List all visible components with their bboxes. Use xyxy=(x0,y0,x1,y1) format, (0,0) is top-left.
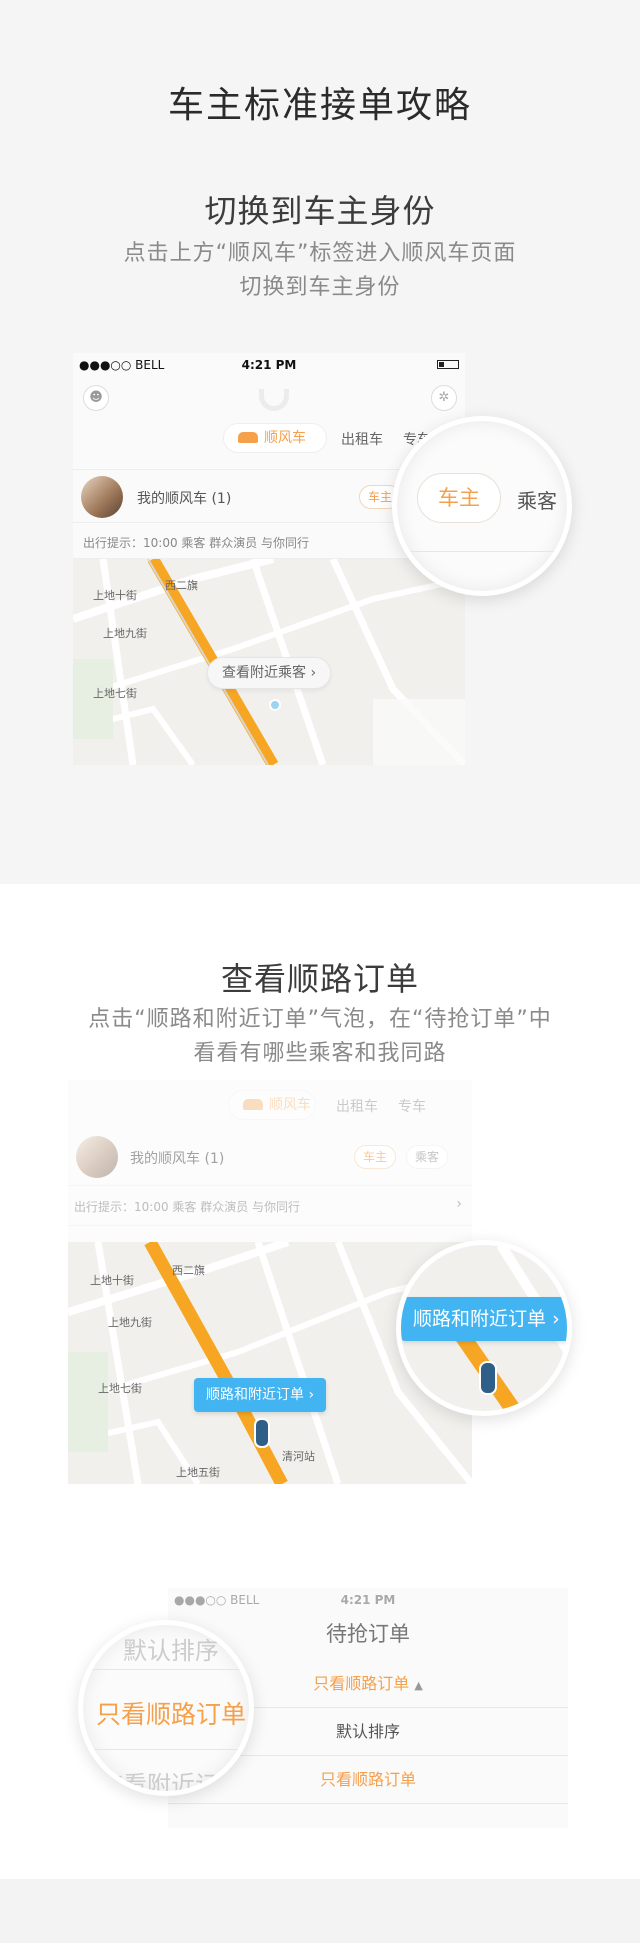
tab-taxi[interactable]: 出租车 xyxy=(341,429,383,449)
map-label-shangdishijie: 上地十街 xyxy=(90,1274,134,1287)
car-marker-icon xyxy=(254,1418,270,1448)
chevron-right-icon: › xyxy=(552,1308,560,1330)
phone-mock-home: ●●●○○ BELL 4:21 PM ☻ ✲ 顺风车 出租车 专车 我的顺风车 … xyxy=(73,353,465,765)
role-passenger-faded: 乘客 xyxy=(406,1145,449,1169)
role-passenger-zoomed: 乘客 xyxy=(517,489,557,513)
divider xyxy=(397,551,567,552)
step1-desc-line1: 点击上方“顺风车”标签进入顺风车页面 xyxy=(123,241,517,266)
zoomed-route-only: 只看顺路订单 xyxy=(95,1700,246,1729)
chevron-right-icon: › xyxy=(310,665,317,681)
nearby-passengers-label: 查看附近乘客 xyxy=(222,665,306,681)
role-driver-faded: 车主 xyxy=(354,1145,397,1169)
step2-title: 查看顺路订单 xyxy=(220,960,419,998)
filter-selected-label: 只看顺路订单 xyxy=(313,1674,410,1693)
map-label-xierqi: 西二旗 xyxy=(165,579,198,592)
section-next xyxy=(0,1879,640,1943)
car-icon xyxy=(238,432,258,443)
didi-logo xyxy=(259,389,289,411)
map-view[interactable]: 西二旗 上地十街 上地九街 上地七街 查看附近乘客 › xyxy=(73,559,465,765)
step1-title: 切换到车主身份 xyxy=(204,192,436,230)
avatar xyxy=(76,1136,118,1178)
divider xyxy=(83,1749,249,1750)
map-label-shangdijiujie: 上地九街 xyxy=(108,1316,152,1329)
tab-shunfengche[interactable]: 顺风车 xyxy=(223,423,327,453)
zoomed-default-sort: 默认排序 xyxy=(123,1637,219,1665)
map-label-shangdiwujie: 上地五街 xyxy=(176,1466,220,1479)
tab-shunfengche-label: 顺风车 xyxy=(269,1097,311,1113)
divider xyxy=(83,1669,249,1670)
profile-icon[interactable]: ☻ xyxy=(83,385,109,411)
page-title: 车主标准接单攻略 xyxy=(167,85,472,126)
settings-icon[interactable]: ✲ xyxy=(431,385,457,411)
avatar xyxy=(81,476,123,518)
route-orders-label: 顺路和附近订单 xyxy=(206,1387,304,1403)
route-orders-bubble[interactable]: 顺路和附近订单 › xyxy=(194,1378,327,1412)
map-label-shangdijiujie: 上地九街 xyxy=(103,627,147,640)
map-label-shangdishijie: 上地十街 xyxy=(93,589,137,602)
route-orders-bubble-zoomed: 顺路和附近订单 › xyxy=(401,1297,567,1341)
my-shunfengche-row-faded: 我的顺风车 (1) 车主 乘客 xyxy=(68,1128,472,1186)
chevron-right-icon: › xyxy=(456,1196,462,1212)
trip-hint-row-faded: 出行提示：10:00 乘客 群众演员 与你同行 › xyxy=(68,1186,472,1226)
chevron-right-icon: › xyxy=(308,1387,315,1403)
tab-taxi-faded: 出租车 xyxy=(336,1099,378,1115)
battery-icon xyxy=(437,360,459,369)
magnifier-route-filter: 默认排序 只看顺路订单 查看附近订单 xyxy=(78,1620,254,1796)
my-shunfengche-label: 我的顺风车 (1) xyxy=(130,1151,225,1167)
map-label-shangdiqijie: 上地七街 xyxy=(98,1382,142,1395)
tab-zhuanche-faded: 专车 xyxy=(398,1099,426,1115)
magnifier-route-bubble: 顺路和附近订单 › xyxy=(396,1240,572,1416)
magnifier-role-switch: 车主 乘客 xyxy=(392,416,572,596)
status-bar: ●●●○○ BELL 4:21 PM xyxy=(73,353,465,377)
step1-desc-line2: 切换到车主身份 xyxy=(239,275,401,300)
my-shunfengche-label: 我的顺风车 (1) xyxy=(137,491,232,507)
map-label-shangdiqijie: 上地七街 xyxy=(93,687,137,700)
clock: 4:21 PM xyxy=(241,358,297,372)
trip-hint-text: 出行提示：10:00 乘客 群众演员 与你同行 xyxy=(83,536,310,550)
clock: 4:21 PM xyxy=(340,1593,396,1607)
caret-up-icon: ▲ xyxy=(414,1679,423,1692)
tab-shunfengche-faded: 顺风车 xyxy=(228,1090,316,1120)
location-dot-icon xyxy=(269,699,281,711)
trip-hint-text: 出行提示：10:00 乘客 群众演员 与你同行 xyxy=(74,1200,301,1214)
car-marker-icon xyxy=(479,1361,497,1395)
map-label-xierqi: 西二旗 xyxy=(172,1264,205,1277)
map-label-qinghezhan: 清河站 xyxy=(282,1450,315,1463)
step2-desc-line1: 点击“顺路和附近订单”气泡，在“待抢订单”中 xyxy=(88,1007,552,1032)
nearby-passengers-bubble[interactable]: 查看附近乘客 › xyxy=(207,657,332,689)
section-route-orders: 查看顺路订单 点击“顺路和附近订单”气泡，在“待抢订单”中 看看有哪些乘客和我同… xyxy=(0,884,640,1879)
car-icon xyxy=(243,1099,263,1110)
status-bar-faded: ●●●○○ BELL 4:21 PM xyxy=(168,1588,568,1612)
step2-desc-line2: 看看有哪些乘客和我同路 xyxy=(193,1041,447,1066)
tab-shunfengche-label: 顺风车 xyxy=(264,430,306,446)
role-driver-zoomed: 车主 xyxy=(417,473,501,523)
section-switch-role: 车主标准接单攻略 切换到车主身份 点击上方“顺风车”标签进入顺风车页面 切换到车… xyxy=(0,0,640,884)
route-orders-label-zoomed: 顺路和附近订单 xyxy=(413,1308,547,1330)
